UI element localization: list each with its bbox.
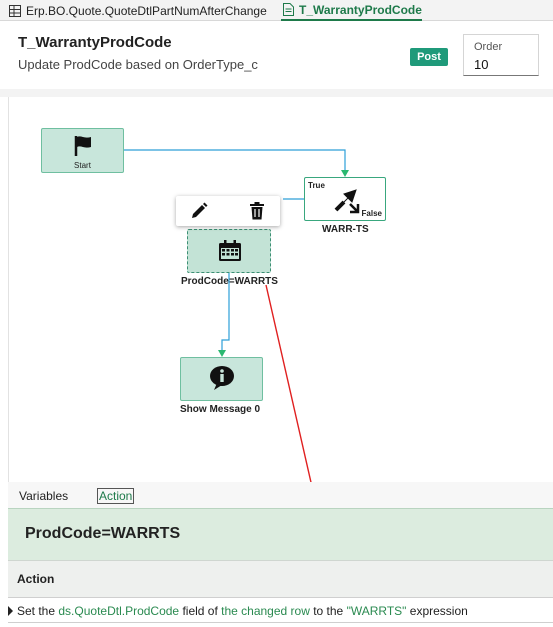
start-label: Start <box>74 161 91 170</box>
action-panel-title: ProdCode=WARRTS <box>25 525 181 542</box>
action-column-header: Action <box>8 560 553 597</box>
action-sentence: Set the ds.QuoteDtl.ProdCode field of th… <box>17 604 468 618</box>
pencil-icon[interactable] <box>189 201 209 221</box>
action-row[interactable]: Set the ds.QuoteDtl.ProdCode field of th… <box>8 597 553 623</box>
bottom-tab-bar: Variables Action <box>8 482 553 508</box>
document-tab-bar: Erp.BO.Quote.QuoteDtlPartNumAfterChange … <box>0 0 553 21</box>
field-link[interactable]: ds.QuoteDtl.ProdCode <box>58 604 179 618</box>
panel-divider <box>0 89 553 97</box>
row-marker-icon <box>8 606 13 616</box>
order-field[interactable]: Order 10 <box>463 34 539 76</box>
document-icon <box>281 3 295 17</box>
page-title: T_WarrantyProdCode <box>18 34 172 51</box>
condition-node-label: WARR-TS <box>322 224 369 235</box>
show-message-node[interactable] <box>180 357 263 401</box>
action-text-part: field of <box>179 604 222 618</box>
condition-false-label: False <box>361 209 382 218</box>
node-toolbar <box>176 196 280 226</box>
action-column-label: Action <box>17 572 55 586</box>
tab-action[interactable]: Action <box>97 488 135 504</box>
directive-header: T_WarrantyProdCode Update ProdCode based… <box>0 21 553 89</box>
condition-arrows-icon <box>332 184 362 219</box>
condition-true-label: True <box>308 181 325 190</box>
trash-icon[interactable] <box>247 201 267 221</box>
condition-node[interactable]: True False <box>304 177 386 221</box>
tab-label: Erp.BO.Quote.QuoteDtlPartNumAfterChange <box>26 3 267 18</box>
tab-label: T_WarrantyProdCode <box>299 2 422 17</box>
tab-warranty-prod-code[interactable]: T_WarrantyProdCode <box>281 0 422 21</box>
action-text-part: expression <box>406 604 468 618</box>
start-node[interactable]: Start <box>41 128 124 173</box>
tab-quote-dtl-partnum[interactable]: Erp.BO.Quote.QuoteDtlPartNumAfterChange <box>8 0 267 21</box>
order-value[interactable]: 10 <box>474 57 488 72</box>
page-subtitle: Update ProdCode based on OrderType_c <box>18 57 258 72</box>
expression-link[interactable]: "WARRTS" <box>347 604 407 618</box>
status-badge: Post <box>410 48 448 66</box>
action-text-part: Set the <box>17 604 59 618</box>
info-bubble-icon <box>209 365 235 396</box>
calendar-grid-icon <box>218 240 242 267</box>
table-icon <box>8 4 22 18</box>
set-field-node-label: ProdCode=WARRTS <box>181 276 278 287</box>
target-row-link[interactable]: the changed row <box>221 604 310 618</box>
order-label: Order <box>474 41 503 53</box>
action-panel-header: ProdCode=WARRTS <box>8 508 553 560</box>
flag-icon <box>73 135 93 162</box>
show-message-node-label: Show Message 0 <box>180 404 261 415</box>
tab-variables[interactable]: Variables <box>19 489 68 503</box>
set-field-node[interactable] <box>187 229 271 273</box>
action-text-part: to the <box>309 604 347 618</box>
